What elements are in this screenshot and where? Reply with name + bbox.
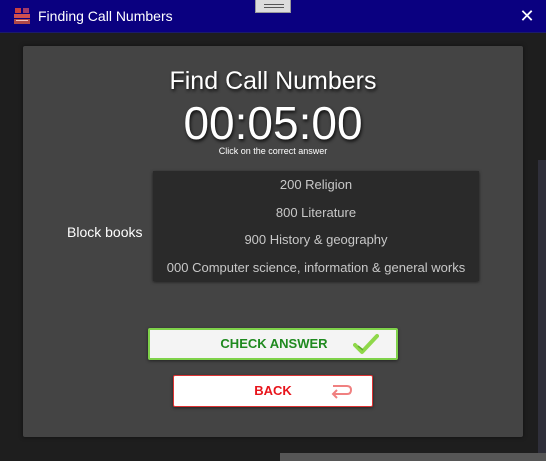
window-title: Finding Call Numbers	[38, 8, 173, 24]
checkmark-icon	[353, 334, 379, 354]
question-label: Block books	[67, 224, 143, 240]
title-bar[interactable]: Finding Call Numbers ✕	[0, 0, 546, 33]
app-window: Finding Call Numbers ✕ Find Call Numbers…	[0, 0, 546, 461]
quiz-panel: Find Call Numbers 00:05:00 Click on the …	[23, 46, 523, 437]
answer-option[interactable]: 800 Literature	[153, 199, 479, 227]
instruction-text: Click on the correct answer	[218, 146, 328, 156]
book-stack-icon	[14, 8, 30, 24]
desktop-background-bottom	[280, 453, 546, 461]
answer-option[interactable]: 900 History & geography	[153, 226, 479, 254]
drag-handle[interactable]	[255, 0, 291, 13]
countdown-timer: 00:05:00	[183, 97, 363, 149]
desktop-background	[538, 160, 546, 461]
answer-list: 200 Religion 800 Literature 900 History …	[153, 171, 479, 281]
return-arrow-icon	[331, 385, 353, 399]
close-icon[interactable]: ✕	[518, 7, 536, 25]
back-button[interactable]: BACK	[173, 375, 373, 407]
check-answer-button[interactable]: CHECK ANSWER	[148, 328, 398, 360]
page-title: Find Call Numbers	[169, 67, 377, 95]
answer-option[interactable]: 200 Religion	[153, 171, 479, 199]
answer-option[interactable]: 000 Computer science, information & gene…	[153, 254, 479, 282]
